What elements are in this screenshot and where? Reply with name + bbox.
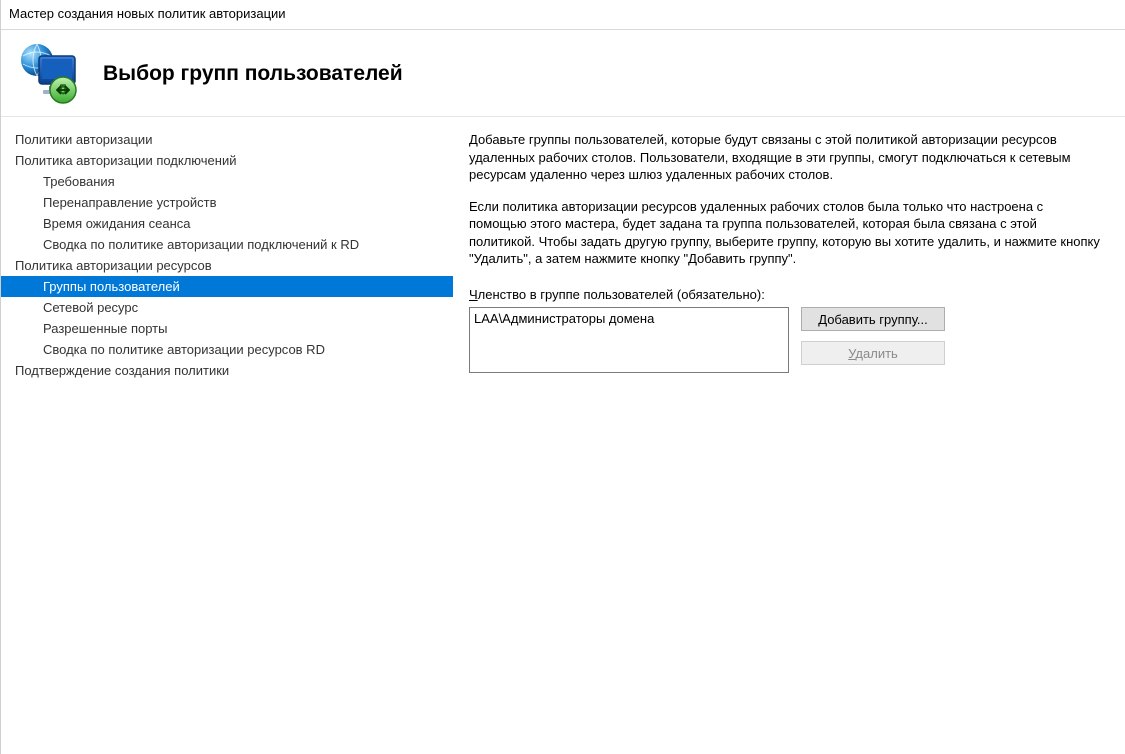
nav-item[interactable]: Перенаправление устройств — [1, 192, 453, 213]
wizard-content: Добавьте группы пользователей, которые б… — [453, 117, 1125, 754]
delete-button: Удалить — [801, 341, 945, 365]
intro-text-2: Если политика авторизации ресурсов удале… — [469, 198, 1103, 268]
intro-text-1: Добавьте группы пользователей, которые б… — [469, 131, 1103, 184]
window-title: Мастер создания новых политик авторизаци… — [1, 0, 1125, 30]
nav-item[interactable]: Сводка по политике авторизации подключен… — [1, 234, 453, 255]
wizard-nav: Политики авторизацииПолитика авторизации… — [1, 117, 453, 754]
nav-item[interactable]: Группы пользователей — [1, 276, 453, 297]
nav-item[interactable]: Политика авторизации подключений — [1, 150, 453, 171]
wizard-header: Выбор групп пользователей — [1, 30, 1125, 117]
nav-item[interactable]: Требования — [1, 171, 453, 192]
nav-item[interactable]: Время ожидания сеанса — [1, 213, 453, 234]
page-title: Выбор групп пользователей — [103, 62, 403, 86]
nav-item[interactable]: Сводка по политике авторизации ресурсов … — [1, 339, 453, 360]
membership-label: Членство в группе пользователей (обязате… — [469, 286, 1103, 304]
add-group-button[interactable]: Добавить группу... — [801, 307, 945, 331]
nav-item[interactable]: Политика авторизации ресурсов — [1, 255, 453, 276]
user-groups-listbox[interactable]: LAA\Администраторы домена — [469, 307, 789, 373]
nav-item[interactable]: Политики авторизации — [1, 129, 453, 150]
nav-item[interactable]: Разрешенные порты — [1, 318, 453, 339]
nav-item[interactable]: Сетевой ресурс — [1, 297, 453, 318]
list-item[interactable]: LAA\Администраторы домена — [474, 310, 784, 328]
nav-item[interactable]: Подтверждение создания политики — [1, 360, 453, 381]
wizard-icon — [19, 42, 83, 106]
